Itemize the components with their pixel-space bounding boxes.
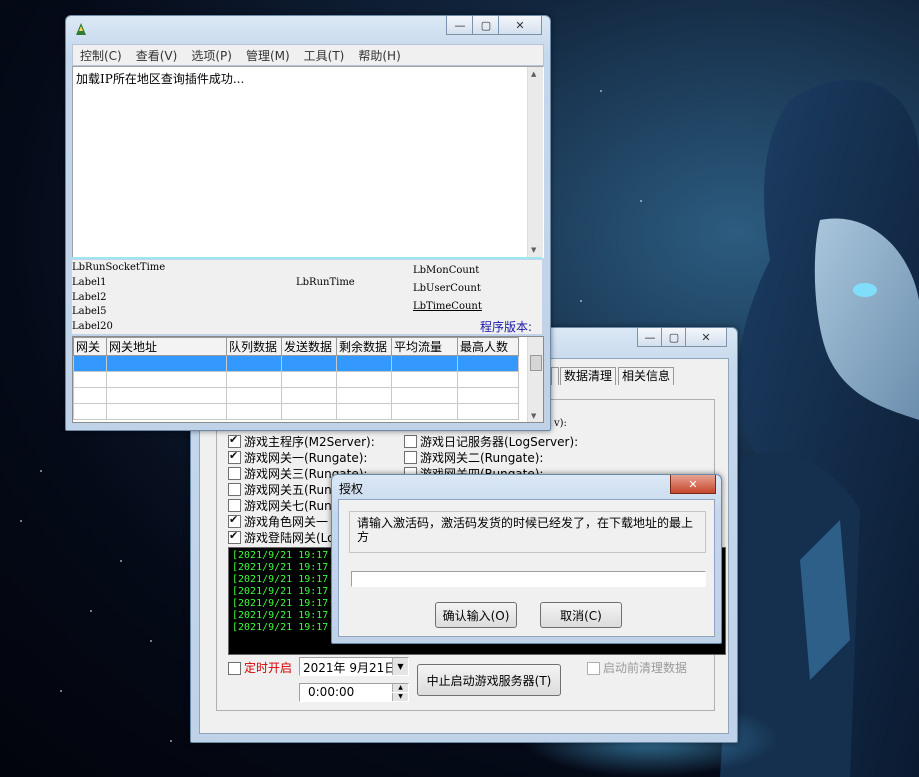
col-send[interactable]: 发送数据 bbox=[281, 337, 337, 356]
auth-dialog: 授权 ✕ 请输入激活码，激活码发货的时候已经发了，在下载地址的最上方 确认输入(… bbox=[331, 474, 722, 644]
time-value: 0:00:00 bbox=[308, 685, 355, 699]
tab-data-cleanup[interactable]: 数据清理 bbox=[560, 367, 617, 385]
clean-before-start-checkbox[interactable] bbox=[587, 662, 600, 675]
menu-help[interactable]: 帮助(H) bbox=[358, 47, 400, 64]
col-avg-flow[interactable]: 平均流量 bbox=[391, 337, 458, 356]
main-minimize-button[interactable]: — bbox=[446, 16, 474, 35]
dialog-title: 授权 bbox=[339, 482, 364, 496]
scroll-thumb[interactable] bbox=[530, 355, 542, 371]
menu-tools[interactable]: 工具(T) bbox=[304, 47, 345, 64]
check-selgate-1-label: 游戏角色网关一 bbox=[244, 515, 329, 529]
time-spinner[interactable]: 0:00:00 ▲ ▼ bbox=[299, 683, 409, 702]
col-gateway-address[interactable]: 网关地址 bbox=[106, 337, 227, 356]
date-picker[interactable]: 2021年 9月21日 ▼ bbox=[299, 657, 409, 676]
table-row[interactable] bbox=[73, 371, 519, 388]
check-rungate-2-box[interactable] bbox=[404, 451, 417, 464]
menu-view[interactable]: 查看(V) bbox=[136, 47, 178, 64]
dialog-body: 请输入激活码，激活码发货的时候已经发了，在下载地址的最上方 确认输入(O) 取消… bbox=[338, 499, 715, 637]
tab-fragment[interactable] bbox=[551, 367, 559, 385]
log-text: 加载IP所在地区查询插件成功... bbox=[76, 72, 245, 86]
check-logingate-label: 游戏登陆网关(Lo bbox=[244, 531, 335, 545]
check-logserver-box[interactable] bbox=[404, 435, 417, 448]
label-run-time: LbRunTime bbox=[296, 277, 355, 288]
check-logserver-label: 游戏日记服务器(LogServer): bbox=[420, 435, 579, 449]
table-row[interactable] bbox=[73, 403, 519, 420]
log-scrollbar[interactable]: ▲ ▼ bbox=[527, 67, 543, 257]
label-5: Label5 bbox=[72, 306, 107, 317]
spin-down-icon[interactable]: ▼ bbox=[392, 693, 408, 701]
col-queue[interactable]: 队列数据 bbox=[226, 337, 282, 356]
main-close-button[interactable]: ✕ bbox=[498, 16, 542, 35]
minimize-button[interactable]: — bbox=[637, 328, 663, 347]
label-mon-count: LbMonCount bbox=[413, 265, 480, 276]
label-version: 程序版本: bbox=[480, 320, 533, 334]
cancel-button[interactable]: 取消(C) bbox=[540, 602, 622, 628]
check-m2server-box[interactable] bbox=[228, 433, 241, 448]
check-selgate-1-box[interactable] bbox=[228, 513, 241, 528]
cyan-divider bbox=[72, 257, 542, 259]
menu-control[interactable]: 控制(C) bbox=[80, 47, 122, 64]
check-rungate-1-box[interactable] bbox=[228, 449, 241, 464]
partial-label-v: v): bbox=[554, 418, 567, 429]
date-value: 2021年 9月21日 bbox=[303, 661, 397, 675]
label-1: Label1 bbox=[72, 277, 107, 288]
main-window: — ▢ ✕ 控制(C) 查看(V) 选项(P) 管理(M) 工具(T) 帮助(H… bbox=[65, 15, 551, 431]
log-memo[interactable]: 加载IP所在地区查询插件成功... ▲ ▼ bbox=[72, 66, 544, 258]
col-max-users[interactable]: 最高人数 bbox=[457, 337, 519, 356]
table-scrollbar[interactable]: ▼ bbox=[527, 337, 543, 422]
col-gateway[interactable]: 网关 bbox=[73, 337, 107, 356]
status-panel: LbRunSocketTime Label1 Label2 Label5 Lab… bbox=[72, 260, 542, 334]
menu-manage[interactable]: 管理(M) bbox=[246, 47, 290, 64]
table-row[interactable] bbox=[73, 355, 519, 372]
tab-related-info[interactable]: 相关信息 bbox=[618, 367, 675, 385]
col-remain[interactable]: 剩余数据 bbox=[336, 337, 392, 356]
label-time-count: LbTimeCount bbox=[413, 301, 482, 312]
clean-before-start-label: 启动前清理数据 bbox=[603, 661, 688, 675]
timer-label: 定时开启 bbox=[244, 661, 293, 675]
label-run-socket-time: LbRunSocketTime bbox=[72, 262, 166, 273]
check-rungate-2-label: 游戏网关二(Rungate): bbox=[420, 451, 544, 465]
check-rungate-7-label: 游戏网关七(Rung bbox=[244, 499, 340, 513]
timer-checkbox[interactable] bbox=[228, 662, 241, 675]
message-panel: 请输入激活码，激活码发货的时候已经发了，在下载地址的最上方 bbox=[349, 511, 706, 553]
table-header-row: 网关 网关地址 队列数据 发送数据 剩余数据 平均流量 最高人数 bbox=[73, 337, 519, 356]
check-rungate-1-label: 游戏网关一(Rungate): bbox=[244, 451, 368, 465]
check-rungate-5-label: 游戏网关五(Rung bbox=[244, 483, 340, 497]
scroll-up-icon[interactable]: ▲ bbox=[531, 70, 536, 78]
app-icon bbox=[73, 21, 89, 37]
dialog-message: 请输入激活码，激活码发货的时候已经发了，在下载地址的最上方 bbox=[357, 516, 694, 544]
table-scroll-down-icon[interactable]: ▼ bbox=[531, 412, 536, 420]
check-rungate-3-box[interactable] bbox=[228, 467, 241, 480]
table-row[interactable] bbox=[73, 387, 519, 404]
check-m2server-label: 游戏主程序(M2Server): bbox=[244, 435, 375, 449]
check-logingate-box[interactable] bbox=[228, 529, 241, 544]
dialog-close-button[interactable]: ✕ bbox=[670, 475, 716, 494]
close-button[interactable]: ✕ bbox=[685, 328, 727, 347]
label-2: Label2 bbox=[72, 292, 107, 303]
gateway-table-wrapper: 网关 网关地址 队列数据 发送数据 剩余数据 平均流量 最高人数 ▼ bbox=[72, 336, 544, 423]
label-user-count: LbUserCount bbox=[413, 283, 481, 294]
stop-start-server-button[interactable]: 中止启动游戏服务器(T) bbox=[417, 664, 561, 696]
menu-bar: 控制(C) 查看(V) 选项(P) 管理(M) 工具(T) 帮助(H) bbox=[72, 44, 544, 66]
check-rungate-7-box[interactable] bbox=[228, 499, 241, 512]
scroll-down-icon[interactable]: ▼ bbox=[531, 246, 536, 254]
dropdown-arrow-icon[interactable]: ▼ bbox=[392, 658, 408, 675]
gateway-table[interactable]: 网关 网关地址 队列数据 发送数据 剩余数据 平均流量 最高人数 bbox=[73, 337, 519, 420]
check-rungate-5-box[interactable] bbox=[228, 483, 241, 496]
label-20: Label20 bbox=[72, 321, 113, 332]
main-maximize-button[interactable]: ▢ bbox=[472, 16, 500, 35]
menu-options[interactable]: 选项(P) bbox=[191, 47, 232, 64]
maximize-button[interactable]: ▢ bbox=[661, 328, 687, 347]
confirm-button[interactable]: 确认输入(O) bbox=[435, 602, 517, 628]
spin-up-icon[interactable]: ▲ bbox=[392, 684, 408, 692]
activation-code-input[interactable] bbox=[351, 571, 706, 587]
